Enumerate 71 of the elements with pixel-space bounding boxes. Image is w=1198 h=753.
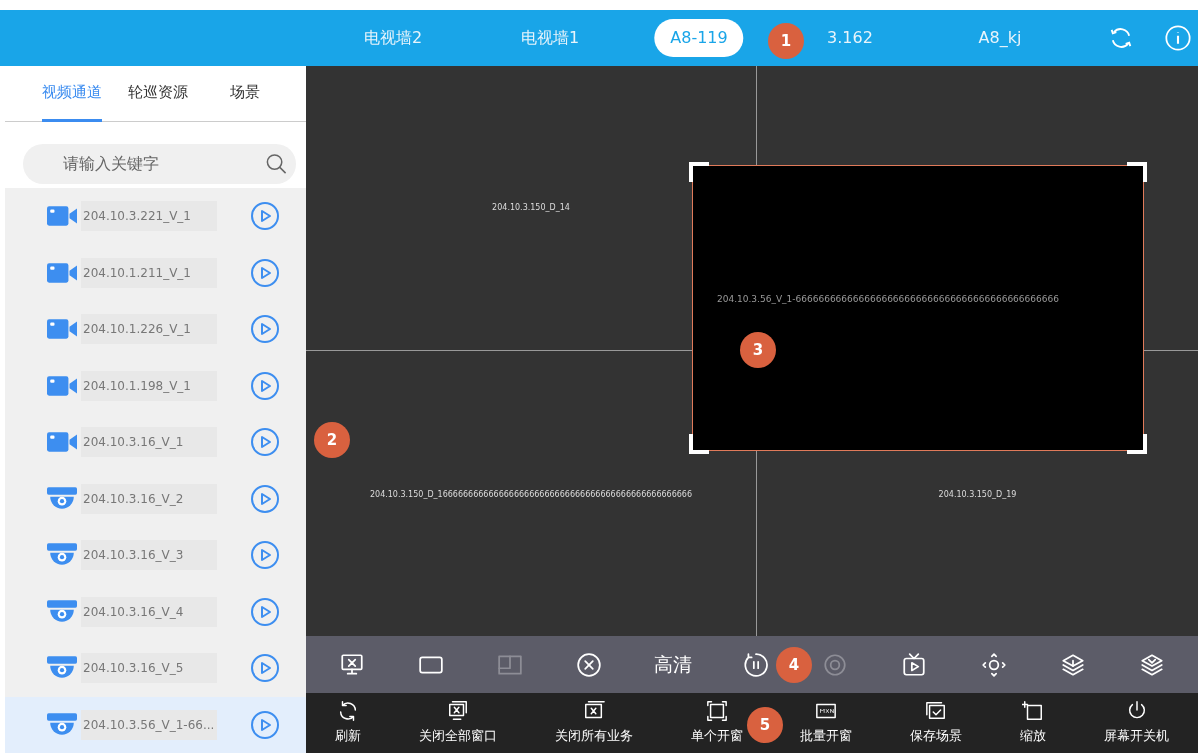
action-button[interactable]: 刷新 [334,700,361,746]
record-icon [822,651,849,678]
window-frame-icon [705,700,728,723]
channel-name: 204.10.1.226_V_1 [81,314,217,345]
resize-icon [1022,700,1045,723]
channel-item[interactable]: 204.10.3.16_V_2 [5,470,306,527]
channel-item[interactable]: 204.10.3.16_V_3 [5,527,306,584]
wall-tab[interactable]: A8-119 [654,19,744,57]
channel-item[interactable]: 204.10.3.16_V_1 [5,414,306,471]
info-button[interactable] [1164,24,1192,52]
play-button[interactable] [250,201,280,232]
corner-handle[interactable] [1127,162,1147,182]
channel-name: 204.10.3.56_V_1-66... [81,709,217,740]
direction-icon [980,651,1007,678]
channel-name: 204.10.1.198_V_1 [81,370,217,401]
action-button[interactable]: 屏幕开关机 [1104,700,1170,746]
action-button[interactable]: 缩放 [1020,700,1047,746]
search-bar[interactable]: 请输入关键字 [23,144,296,184]
window-label: 204.10.3.150_D_19 [938,489,1017,501]
action-button[interactable]: 单个开窗 [690,700,743,746]
channel-item[interactable]: 204.10.3.16_V_4 [5,583,306,640]
play-button[interactable] [250,596,280,627]
action-button[interactable]: 批量开窗 [800,700,853,746]
play-button[interactable] [250,483,280,514]
window-label: 204.10.3.56_V_1-6666666666666666666666666666666666666666666666 [717,293,1059,306]
play-button[interactable] [250,653,280,684]
play-button[interactable] [250,709,280,740]
sidebar-tab[interactable]: 轮巡资源 [128,66,188,122]
quality-button[interactable]: 高清 [653,649,692,680]
channel-item[interactable]: 204.10.3.16_V_5 [5,640,306,697]
pause-icon [742,651,769,678]
channel-item[interactable]: 204.10.1.198_V_1 [5,357,306,414]
search-icon[interactable] [265,152,288,176]
sidebar-tab[interactable]: 场景 [230,66,260,122]
channel-name: 204.10.3.16_V_2 [81,483,217,514]
action-button[interactable]: 关闭所有业务 [554,700,633,746]
channel-name: 204.10.3.16_V_5 [81,653,217,684]
close-icon [576,651,603,678]
search-field[interactable]: 请输入关键字 [61,151,265,177]
sidebar-tab[interactable]: 视频通道 [42,66,102,122]
wall-tab[interactable]: 电视墙2 [347,19,439,57]
action-button[interactable]: 关闭全部窗口 [418,700,497,746]
channel-name: 204.10.3.16_V_4 [81,596,217,627]
play-button[interactable] [250,540,280,571]
action-button[interactable]: 保存场景 [910,700,963,746]
corner-handle[interactable] [689,162,709,182]
window-label: 204.10.3.150_D_14 [492,202,570,214]
corner-handle[interactable] [1127,434,1147,454]
dome-camera-icon [47,711,77,738]
play-button[interactable] [250,257,280,288]
channel-item[interactable]: 204.10.3.56_V_1-66... [5,696,306,753]
close-screen-icon [338,651,365,678]
channel-item[interactable]: 204.10.1.226_V_1 [5,301,306,358]
wall-tab[interactable]: A8_kj [962,19,1038,57]
close-all-icon [446,700,469,723]
dome-camera-icon [47,598,77,625]
corner-handle[interactable] [689,434,709,454]
window-label: 204.10.3.150_D_16666666666666666666666666666666666666666666666666 [369,489,693,501]
channel-name: 204.10.3.16_V_3 [81,540,217,571]
channel-item[interactable]: 204.10.3.221_V_1 [5,188,306,245]
play-button[interactable] [250,427,280,458]
play-button[interactable] [250,314,280,345]
wall-tab[interactable]: 电视墙1 [504,19,596,57]
channel-item[interactable]: 204.10.1.211_V_1 [5,244,306,301]
dome-camera-icon [47,485,77,512]
play-button[interactable] [250,370,280,401]
channel-name: 204.10.3.16_V_1 [81,427,217,458]
channel-name: 204.10.3.221_V_1 [81,201,217,232]
tv-play-icon [901,651,928,678]
wall-tab[interactable]: 3.162 [811,19,889,57]
channel-name: 204.10.1.211_V_1 [81,257,217,288]
